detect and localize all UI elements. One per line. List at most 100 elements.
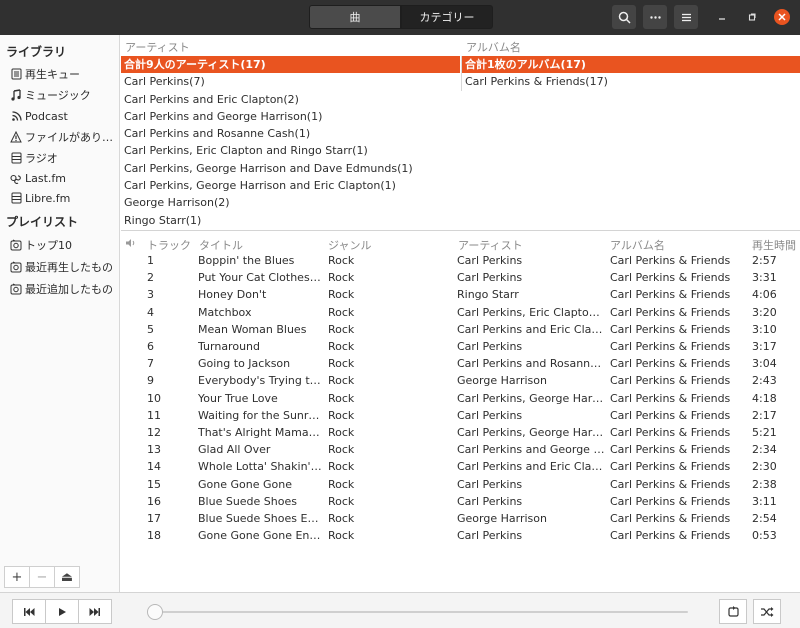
track-title-cell: Blue Suede Shoes Encore [198, 512, 322, 525]
lastfm-icon [10, 172, 22, 184]
artist-row[interactable]: Carl Perkins, Eric Clapton and Ringo Sta… [121, 142, 460, 159]
album-column-header[interactable]: アルバム名 [610, 237, 665, 253]
shuffle-button[interactable] [753, 599, 781, 624]
auto-playlist-icon [10, 261, 22, 273]
table-row[interactable]: 11 Waiting for the Sunrise Rock Carl Perkin… [121, 407, 800, 424]
sidebar-item-podcast[interactable]: Podcast [10, 107, 68, 125]
artist-row[interactable]: Carl Perkins and George Harrison(1) [121, 108, 460, 125]
add-playlist-button[interactable]: + [4, 566, 30, 588]
table-row[interactable]: 2 Put Your Cat Clothes On Rock Carl Perkins… [121, 269, 800, 286]
artist-row[interactable]: George Harrison(2) [121, 194, 460, 211]
tab-songs[interactable]: 曲 [309, 5, 401, 29]
next-button[interactable] [78, 599, 112, 624]
table-row[interactable]: 4 Matchbox Rock Carl Perkins, Eric Clapton … [121, 304, 800, 321]
table-row[interactable]: 1 Boppin' the Blues Rock Carl Perkins Carl P… [121, 252, 800, 269]
track-title-cell: Gone Gone Gone [198, 477, 292, 491]
track-genre-cell: Rock [328, 305, 355, 319]
remove-playlist-button[interactable]: − [29, 566, 55, 588]
track-title-cell: That's Alright Mama / … [198, 426, 322, 439]
table-row[interactable]: 12 That's Alright Mama / … Rock Carl Perkin… [121, 424, 800, 441]
seek-handle[interactable] [147, 604, 163, 620]
album-column-header[interactable]: アルバム名 [466, 39, 521, 55]
sidebar-item-play-queue[interactable]: 再生キュー [10, 65, 80, 83]
seek-bar[interactable] [150, 611, 688, 613]
track-genre-cell: Rock [328, 254, 355, 267]
sidebar-item-music[interactable]: ミュージック [10, 86, 91, 104]
play-button[interactable] [45, 599, 79, 624]
track-artist-cell: Carl Perkins [457, 477, 523, 491]
sidebar-item-label: 最近再生したもの [25, 261, 113, 274]
minimize-button[interactable] [714, 9, 730, 25]
sidebar-item-label: ファイルがあり… [25, 131, 113, 144]
sidebar-item-top10[interactable]: トップ10 [10, 236, 72, 254]
search-button[interactable] [612, 5, 636, 29]
artist-row[interactable]: Ringo Starr(1) [121, 212, 460, 229]
artist-column-header[interactable]: アーティスト [125, 39, 190, 55]
table-row[interactable]: 15 Gone Gone Gone Rock Carl Perkins Carl Per… [121, 476, 800, 493]
album-row-all[interactable]: 合計1枚のアルバム(17) [462, 56, 800, 74]
sidebar-item-label: Podcast [25, 109, 68, 123]
artist-row[interactable]: Carl Perkins and Eric Clapton(2) [121, 91, 460, 108]
sidebar-item-recently-played[interactable]: 最近再生したもの [10, 258, 113, 276]
sidebar-item-lastfm[interactable]: Last.fm [10, 169, 66, 187]
track-duration-cell: 2:57 [752, 254, 777, 267]
librefm-icon [10, 192, 22, 204]
track-artist-cell: Carl Perkins and George Ha… [457, 443, 605, 457]
artist-row[interactable]: Carl Perkins(7) [121, 73, 460, 90]
sidebar-item-recently-added[interactable]: 最近追加したもの [10, 280, 113, 298]
table-row[interactable]: 14 Whole Lotta' Shakin' g… Rock Carl Perkin… [121, 458, 800, 475]
track-genre-cell: Rock [328, 357, 355, 371]
maximize-button[interactable] [744, 9, 760, 25]
table-row[interactable]: 13 Glad All Over Rock Carl Perkins and Geor… [121, 441, 800, 458]
track-duration-cell: 5:21 [752, 426, 777, 439]
artist-row[interactable]: Carl Perkins and Rosanne Cash(1) [121, 125, 460, 142]
table-row[interactable]: 5 Mean Woman Blues Rock Carl Perkins and Er… [121, 321, 800, 338]
speaker-icon [126, 239, 135, 247]
more-button[interactable] [643, 5, 667, 29]
track-duration-cell: 2:30 [752, 460, 777, 474]
artist-column-header[interactable]: アーティスト [458, 237, 523, 253]
table-row[interactable]: 17 Blue Suede Shoes Encore Rock George Harr… [121, 510, 800, 527]
track-artist-cell: Carl Perkins [457, 271, 523, 285]
library-browser: アーティスト アルバム名 合計9人のアーティスト(17) Carl Perkin… [121, 35, 800, 231]
eject-button[interactable]: ⏏ [54, 566, 80, 588]
track-track-cell: 4 [147, 305, 154, 319]
artist-row-all[interactable]: 合計9人のアーティスト(17) [121, 56, 460, 74]
track-title-cell: Whole Lotta' Shakin' g… [198, 460, 322, 474]
track-duration-cell: 4:18 [752, 391, 777, 405]
album-list: 合計1枚のアルバム(17) Carl Perkins & Friends(17) [461, 56, 800, 91]
menu-button[interactable] [674, 5, 698, 29]
sidebar: ライブラリ 再生キュー ミュージック Podcast ファイルがあり… ラジオ … [0, 35, 120, 592]
table-row[interactable]: 18 Gone Gone Gone Encore Rock Carl Perkins C… [121, 527, 800, 544]
track-title-cell: Blue Suede Shoes [198, 494, 297, 508]
track-column-header[interactable]: トラック [147, 237, 191, 253]
auto-playlist-icon [10, 239, 22, 251]
close-button[interactable] [774, 9, 790, 25]
table-row[interactable]: 6 Turnaround Rock Carl Perkins Carl Perkins … [121, 338, 800, 355]
sidebar-item-label: ラジオ [25, 152, 58, 165]
table-row[interactable]: 7 Going to Jackson Rock Carl Perkins and Ro… [121, 355, 800, 372]
artist-row[interactable]: Carl Perkins, George Harrison and Dave E… [121, 160, 460, 177]
sidebar-item-missing-files[interactable]: ファイルがあり… [10, 128, 113, 146]
genre-column-header[interactable]: ジャンル [328, 237, 371, 253]
track-duration-cell: 4:06 [752, 288, 777, 302]
track-album-cell: Carl Perkins & Friends [610, 288, 731, 302]
title-column-header[interactable]: タイトル [199, 237, 243, 253]
track-duration-cell: 2:17 [752, 408, 777, 422]
track-title-cell: Your True Love [198, 391, 278, 405]
sidebar-item-librefm[interactable]: Libre.fm [10, 189, 70, 207]
album-row[interactable]: Carl Perkins & Friends(17) [462, 73, 800, 90]
table-row[interactable]: 3 Honey Don't Rock Ringo Starr Carl Perkins … [121, 286, 800, 303]
table-row[interactable]: 16 Blue Suede Shoes Rock Carl Perkins Carl P… [121, 493, 800, 510]
auto-playlist-icon [10, 283, 22, 295]
table-row[interactable]: 10 Your True Love Rock Carl Perkins, George… [121, 390, 800, 407]
duration-column-header[interactable]: 再生時間 [752, 237, 796, 253]
sidebar-item-radio[interactable]: ラジオ [10, 149, 58, 167]
previous-button[interactable] [12, 599, 46, 624]
sidebar-item-label: ミュージック [25, 89, 91, 102]
table-row[interactable]: 9 Everybody's Trying to … Rock George Harri… [121, 372, 800, 389]
artist-row[interactable]: Carl Perkins, George Harrison and Eric C… [121, 177, 460, 194]
repeat-button[interactable] [719, 599, 747, 624]
track-album-cell: Carl Perkins & Friends [610, 374, 731, 388]
tab-categories[interactable]: カテゴリー [401, 5, 493, 29]
